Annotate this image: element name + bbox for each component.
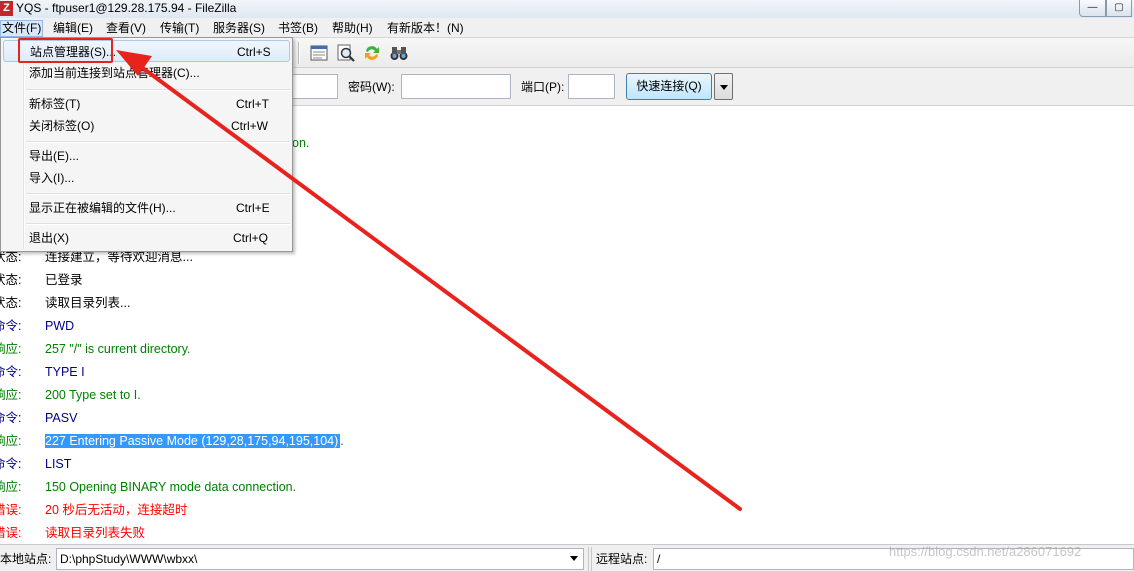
quickconnect-history-dropdown[interactable]: [714, 73, 733, 100]
menu-item-shortcut: Ctrl+E: [236, 201, 270, 215]
log-row: 命令: TYPE I: [0, 362, 1134, 382]
log-message-trailing: .: [340, 434, 344, 448]
log-row: 响应: 227 Entering Passive Mode (129,28,17…: [0, 431, 1134, 451]
port-input[interactable]: [568, 74, 615, 99]
log-type: 命令:: [0, 411, 22, 425]
menu-server[interactable]: 服务器(S): [212, 20, 266, 37]
watermark: https://blog.csdn.net/a286071692: [889, 544, 1082, 559]
password-partial-field[interactable]: [289, 74, 338, 99]
log-message: 已登录: [45, 273, 83, 287]
window-title: YQS - ftpuser1@129.28.175.94 - FileZilla: [16, 1, 237, 15]
menu-item-label: 导出(E)...: [29, 149, 79, 163]
log-type: 命令:: [0, 319, 22, 333]
menu-help[interactable]: 帮助(H): [331, 20, 374, 37]
log-message: 257 "/" is current directory.: [45, 342, 191, 356]
log-type: 响应:: [0, 434, 22, 448]
selected-log-text[interactable]: 227 Entering Passive Mode (129,28,175,94…: [45, 434, 341, 448]
menu-bar: 文件(F) 编辑(E) 查看(V) 传输(T) 服务器(S) 书签(B) 帮助(…: [0, 18, 1134, 38]
menu-separator: [26, 193, 290, 195]
menu-item-label: 导入(I)...: [29, 171, 75, 185]
menu-item-shortcut: Ctrl+W: [231, 119, 268, 133]
menu-item-label: 新标签(T): [29, 97, 81, 111]
binoculars-icon[interactable]: [389, 43, 409, 63]
log-row: 错误: 20 秒后无活动，连接超时: [0, 500, 1134, 520]
menu-item-add-to-site-manager[interactable]: 添加当前连接到站点管理器(C)...: [3, 62, 290, 84]
log-row: 命令: PWD: [0, 316, 1134, 336]
log-row: 状态: 已登录: [0, 270, 1134, 290]
log-type: 命令:: [0, 457, 22, 471]
file-menu-dropdown: 站点管理器(S)... Ctrl+S 添加当前连接到站点管理器(C)... 新标…: [0, 37, 293, 252]
menu-edit[interactable]: 编辑(E): [52, 20, 94, 37]
log-message: LIST: [45, 457, 72, 471]
log-message: 20 秒后无活动，连接超时: [45, 503, 188, 517]
message-log-toggle-icon[interactable]: [309, 43, 329, 63]
toolbar-separator: [298, 42, 300, 64]
log-row: 响应: 150 Opening BINARY mode data connect…: [0, 477, 1134, 497]
log-row: 错误: 读取目录列表失败: [0, 523, 1134, 543]
menu-item-shortcut: Ctrl+T: [236, 97, 269, 111]
password-input[interactable]: [401, 74, 511, 99]
log-message: 读取目录列表失败: [45, 526, 146, 540]
menu-item-label: 显示正在被编辑的文件(H)...: [29, 201, 176, 215]
log-type: 状态:: [0, 273, 22, 287]
menu-item-label: 添加当前连接到站点管理器(C)...: [29, 66, 200, 80]
local-path-combobox[interactable]: D:\phpStudy\WWW\wbxx\: [56, 548, 584, 570]
menu-item-new-tab[interactable]: 新标签(T) Ctrl+T: [3, 93, 290, 115]
port-label: 端口(P):: [521, 80, 565, 94]
log-message: PASV: [45, 411, 78, 425]
log-message-group: 227 Entering Passive Mode (129,28,175,94…: [45, 431, 344, 451]
log-type: 状态:: [0, 296, 22, 310]
log-message: 150 Opening BINARY mode data connection.: [45, 480, 297, 494]
log-type: 响应:: [0, 480, 22, 494]
local-site-label: 本地站点:: [0, 552, 52, 566]
menu-view[interactable]: 查看(V): [105, 20, 147, 37]
search-remote-files-icon[interactable]: [336, 43, 356, 63]
maximize-button[interactable]: ▢: [1106, 0, 1132, 17]
menu-item-close-tab[interactable]: 关闭标签(O) Ctrl+W: [3, 115, 290, 137]
remote-site-label: 远程站点:: [596, 552, 648, 566]
log-message: 读取目录列表...: [45, 296, 131, 310]
log-row: 命令: LIST: [0, 454, 1134, 474]
quickconnect-button[interactable]: 快速连接(Q): [626, 73, 712, 100]
menu-item-export[interactable]: 导出(E)...: [3, 145, 290, 167]
pane-splitter[interactable]: [588, 547, 592, 571]
menu-file[interactable]: 文件(F): [0, 20, 44, 37]
log-row: 状态: 读取目录列表...: [0, 293, 1134, 313]
log-message: PWD: [45, 319, 75, 333]
log-row: 响应: 257 "/" is current directory.: [0, 339, 1134, 359]
title-bar: Z YQS - ftpuser1@129.28.175.94 - FileZil…: [0, 0, 1134, 18]
log-row: 响应: 200 Type set to I.: [0, 385, 1134, 405]
menu-new-version[interactable]: 有新版本！(N): [386, 20, 465, 37]
compare-directories-icon[interactable]: [362, 43, 382, 63]
log-type: 错误:: [0, 526, 22, 540]
menu-item-exit[interactable]: 退出(X) Ctrl+Q: [3, 227, 290, 249]
menu-transfer[interactable]: 传输(T): [159, 20, 200, 37]
log-type: 响应:: [0, 388, 22, 402]
menu-item-import[interactable]: 导入(I)...: [3, 167, 290, 189]
menu-separator: [26, 223, 290, 225]
minimize-button[interactable]: —: [1079, 0, 1106, 17]
menu-item-shortcut: Ctrl+S: [237, 45, 271, 59]
menu-item-show-edited-files[interactable]: 显示正在被编辑的文件(H)... Ctrl+E: [3, 197, 290, 219]
log-type: 响应:: [0, 342, 22, 356]
menu-separator: [26, 141, 290, 143]
annotation-highlight-box: [18, 38, 113, 63]
menu-item-label: 关闭标签(O): [29, 119, 95, 133]
filezilla-logo-icon: Z: [0, 1, 13, 16]
chevron-down-icon[interactable]: [570, 556, 578, 561]
log-partial-text: on.: [292, 136, 310, 150]
menu-item-label: 退出(X): [29, 231, 69, 245]
log-row: 命令: PASV: [0, 408, 1134, 428]
menu-separator: [26, 89, 290, 91]
menu-item-shortcut: Ctrl+Q: [233, 231, 269, 245]
password-label: 密码(W):: [348, 80, 395, 94]
log-message: TYPE I: [45, 365, 85, 379]
menu-bookmarks[interactable]: 书签(B): [277, 20, 319, 37]
log-message: 200 Type set to I.: [45, 388, 141, 402]
log-type: 命令:: [0, 365, 22, 379]
log-type: 错误:: [0, 503, 22, 517]
